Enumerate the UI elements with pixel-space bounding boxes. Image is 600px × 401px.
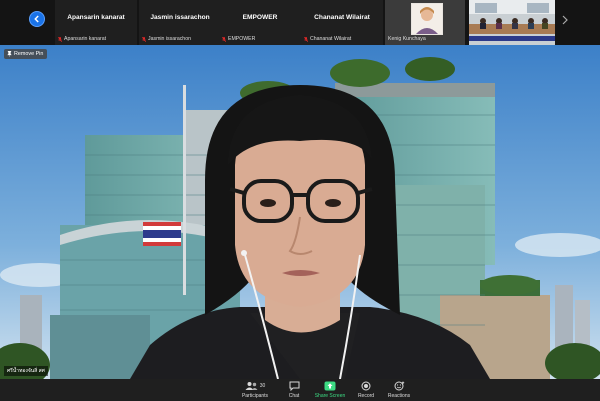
share-screen-label: Share Screen <box>314 393 346 399</box>
chat-label: Chat <box>288 393 300 399</box>
participant-name: Chananat Wilairat <box>314 14 370 21</box>
remove-pin-button[interactable]: Remove Pin <box>4 49 48 59</box>
participant-name: Apansarin kanarat <box>67 14 125 21</box>
participant-tile[interactable]: Jasmin issarachon Jasmin issarachon <box>139 0 221 45</box>
meeting-toolbar: 30 Participants Chat Share Screen Record <box>0 379 600 401</box>
chat-button[interactable]: Chat <box>274 380 314 401</box>
pin-icon <box>7 51 12 57</box>
participants-icon <box>245 381 258 390</box>
participants-button[interactable]: 30 Participants <box>235 380 275 401</box>
reactions-button[interactable]: Reactions <box>379 380 419 401</box>
share-screen-icon <box>324 381 336 390</box>
muted-mic-icon <box>304 36 308 42</box>
participant-label: Jasmin issarachon <box>148 36 191 42</box>
participant-tile[interactable]: Apansarin kanarat Apansarin kanarat <box>55 0 137 45</box>
participant-video-tile[interactable]: Kenig Kunchaya <box>385 0 465 45</box>
participant-label: Chananat Wilairat <box>310 36 352 42</box>
reactions-icon <box>394 381 404 390</box>
remove-pin-label: Remove Pin <box>14 51 44 57</box>
chat-icon <box>289 381 299 391</box>
record-icon <box>361 381 371 390</box>
chevron-left-icon <box>34 15 39 23</box>
muted-mic-icon <box>142 36 146 42</box>
participant-tile[interactable]: Chananat Wilairat Chananat Wilairat <box>301 0 383 45</box>
speaker-name-label: ศรีน้ำทองจันสิ่ สศ <box>4 366 48 376</box>
muted-mic-icon <box>58 36 62 42</box>
muted-mic-icon <box>222 36 226 42</box>
speaker-video-feed <box>0 45 600 379</box>
main-video <box>0 45 600 379</box>
thumbnail-strip: Apansarin kanarat Apansarin kanarat Jasm… <box>0 0 600 45</box>
participants-label: Participants <box>241 393 269 399</box>
share-screen-button[interactable]: Share Screen <box>309 380 351 401</box>
participant-label: Apansarin kanarat <box>64 36 107 42</box>
participants-count: 30 <box>259 382 266 389</box>
participant-label: EMPOWER <box>228 36 256 42</box>
participant-name: Jasmin issarachon <box>150 14 210 21</box>
participant-video-tile[interactable] <box>469 0 555 45</box>
participant-video-feed <box>469 0 555 45</box>
reactions-label: Reactions <box>387 393 411 399</box>
next-page-button[interactable] <box>560 13 570 27</box>
participant-label: Kenig Kunchaya <box>388 36 426 42</box>
participant-tile[interactable]: EMPOWER EMPOWER <box>219 0 301 45</box>
record-label: Record <box>357 393 375 399</box>
previous-page-button[interactable] <box>29 11 45 27</box>
participant-name: EMPOWER <box>242 14 278 21</box>
chevron-right-icon <box>562 15 568 25</box>
